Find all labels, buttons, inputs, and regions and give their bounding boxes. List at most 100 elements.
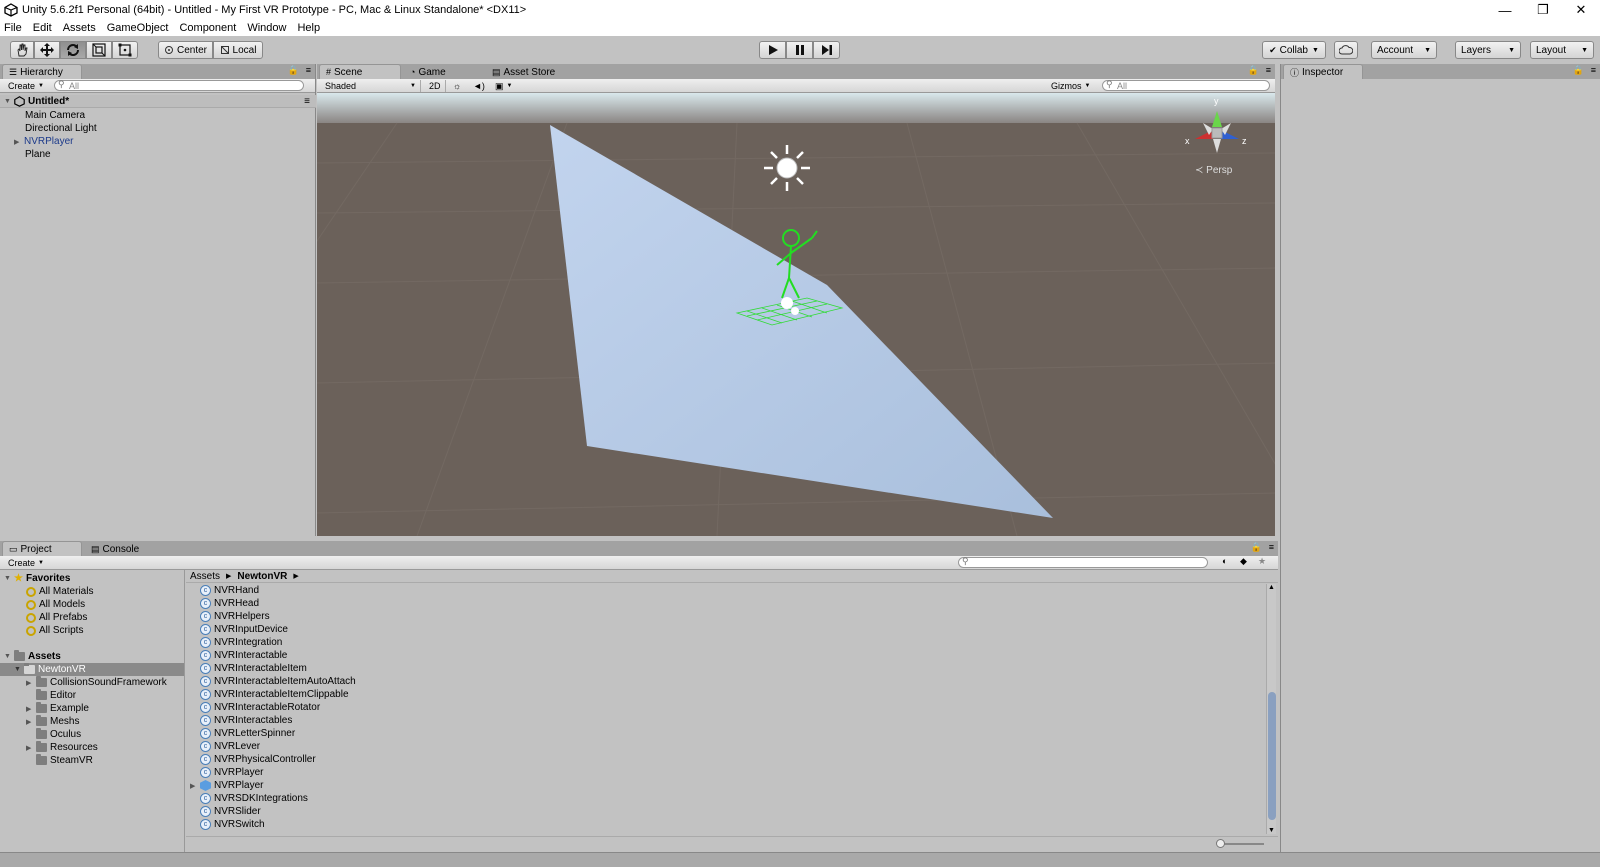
scene-row[interactable]: ▼ Untitled* ≡ — [0, 95, 316, 108]
favorite-all-materials[interactable]: All Materials — [0, 585, 93, 598]
folder-editor[interactable]: Editor — [0, 689, 76, 702]
audio-toggle[interactable]: ◄) — [469, 80, 489, 92]
menu-gameobject[interactable]: GameObject — [107, 22, 169, 34]
expand-arrow-icon[interactable]: ▼ — [4, 575, 14, 582]
file-item[interactable]: c NVRHead — [186, 597, 259, 610]
scale-tool-button[interactable] — [86, 41, 112, 59]
tab-scene[interactable]: # Scene — [319, 64, 401, 79]
mode-2d-toggle[interactable]: 2D — [425, 80, 446, 92]
expand-arrow-icon[interactable]: ▼ — [4, 98, 14, 105]
hierarchy-search-input[interactable]: All — [54, 80, 304, 91]
file-item[interactable]: c NVRSDKIntegrations — [186, 792, 308, 805]
rect-tool-button[interactable] — [112, 41, 138, 59]
favorite-all-models[interactable]: All Models — [0, 598, 85, 611]
favorite-all-prefabs[interactable]: All Prefabs — [0, 611, 87, 624]
project-search-input[interactable] — [958, 557, 1208, 568]
rotate-tool-button[interactable] — [60, 41, 86, 59]
folder-collisionsoundframework[interactable]: ▶ CollisionSoundFramework — [0, 676, 167, 689]
filter-label-icon[interactable]: ◆ — [1240, 556, 1247, 567]
file-item[interactable]: c NVRLever — [186, 740, 260, 753]
lock-icon[interactable]: 🔒 — [1573, 65, 1584, 76]
file-item[interactable]: c NVRInteractable — [186, 649, 287, 662]
file-item[interactable]: c NVRHand — [186, 584, 259, 597]
gizmos-dropdown[interactable]: Gizmos ▼ — [1047, 80, 1094, 92]
cloud-button[interactable] — [1334, 41, 1358, 59]
favorite-all-scripts[interactable]: All Scripts — [0, 624, 83, 637]
favorite-star-icon[interactable]: ★ — [1258, 556, 1266, 567]
account-dropdown[interactable]: Account ▼ — [1371, 41, 1437, 59]
expand-arrow-icon[interactable]: ▼ — [14, 666, 24, 673]
breadcrumb-assets[interactable]: Assets — [190, 571, 220, 582]
file-item[interactable]: c NVRInteractableRotator — [186, 701, 320, 714]
tab-inspector[interactable]: ⓘ Inspector — [1283, 64, 1363, 79]
file-item[interactable]: c NVRPhysicalController — [186, 753, 316, 766]
hierarchy-create-button[interactable]: Create ▼ — [4, 80, 48, 92]
lock-icon[interactable]: 🔒 — [288, 65, 299, 76]
breadcrumb-newtonvr[interactable]: NewtonVR — [237, 571, 287, 582]
expand-arrow-icon[interactable]: ▶ — [26, 744, 36, 752]
menu-edit[interactable]: Edit — [33, 22, 52, 34]
filter-type-icon[interactable]: ◐ — [1222, 556, 1227, 566]
hierarchy-item-directional-light[interactable]: Directional Light — [0, 122, 97, 135]
expand-arrow-icon[interactable]: ▶ — [26, 718, 36, 726]
file-item[interactable]: c NVRSlider — [186, 805, 261, 818]
tab-asset-store[interactable]: ▤ Asset Store — [485, 64, 575, 79]
folder-resources[interactable]: ▶ Resources — [0, 741, 98, 754]
scrollbar-thumb[interactable] — [1268, 692, 1276, 820]
panel-menu-icon[interactable]: ≡ — [1591, 65, 1596, 75]
lock-icon[interactable]: 🔒 — [1251, 542, 1262, 553]
folder-example[interactable]: ▶ Example — [0, 702, 89, 715]
file-item[interactable]: c NVRIntegration — [186, 636, 282, 649]
lock-icon[interactable]: 🔒 — [1248, 65, 1259, 76]
tab-game[interactable]: ◔ Game — [403, 64, 483, 79]
file-item[interactable]: c NVRInteractables — [186, 714, 292, 727]
scene-menu-icon[interactable]: ≡ — [304, 96, 310, 107]
folder-oculus[interactable]: Oculus — [0, 728, 81, 741]
expand-arrow-icon[interactable]: ▶ — [26, 679, 36, 687]
panel-menu-icon[interactable]: ≡ — [306, 65, 311, 75]
file-item[interactable]: c NVRInteractableItemClippable — [186, 688, 349, 701]
tab-hierarchy[interactable]: ☰ Hierarchy — [2, 64, 82, 79]
file-item[interactable]: c NVRHelpers — [186, 610, 270, 623]
lighting-toggle[interactable]: ☼ — [449, 80, 465, 92]
expand-arrow-icon[interactable]: ▶ — [190, 782, 200, 790]
file-item[interactable]: c NVRInteractableItem — [186, 662, 307, 675]
file-list-scrollbar[interactable]: ▲ ▼ — [1266, 584, 1276, 834]
scene-search-input[interactable]: All — [1102, 80, 1270, 91]
scene-viewport[interactable]: y x z ≺ Persp — [317, 93, 1275, 536]
folder-meshs[interactable]: ▶ Meshs — [0, 715, 79, 728]
persp-toggle[interactable]: ≺ Persp — [1195, 165, 1232, 176]
file-item[interactable]: c NVRLetterSpinner — [186, 727, 295, 740]
project-create-button[interactable]: Create ▼ — [4, 557, 48, 569]
layers-dropdown[interactable]: Layers ▼ — [1455, 41, 1521, 59]
hand-tool-button[interactable] — [10, 41, 34, 59]
file-item[interactable]: c NVRInteractableItemAutoAttach — [186, 675, 356, 688]
file-item[interactable]: c NVRPlayer — [186, 766, 263, 779]
file-item[interactable]: c NVRSwitch — [186, 818, 265, 831]
collab-dropdown[interactable]: ✔ Collab ▼ — [1262, 41, 1326, 59]
folder-steamvr[interactable]: SteamVR — [0, 754, 93, 767]
shading-mode-dropdown[interactable]: Shaded ▼ — [321, 80, 421, 92]
close-button[interactable]: ✕ — [1562, 0, 1600, 20]
menu-file[interactable]: File — [4, 22, 22, 34]
expand-arrow-icon[interactable]: ▶ — [14, 138, 24, 146]
panel-menu-icon[interactable]: ≡ — [1266, 65, 1271, 75]
restore-button[interactable]: ❐ — [1524, 0, 1562, 20]
hierarchy-item-main-camera[interactable]: Main Camera — [0, 109, 85, 122]
move-tool-button[interactable] — [34, 41, 60, 59]
expand-arrow-icon[interactable]: ▼ — [4, 653, 14, 660]
tab-console[interactable]: ▤ Console — [84, 541, 164, 556]
menu-component[interactable]: Component — [179, 22, 236, 34]
minimize-button[interactable]: — — [1486, 0, 1524, 20]
hierarchy-item-plane[interactable]: Plane — [0, 148, 51, 161]
file-item[interactable]: c NVRInputDevice — [186, 623, 288, 636]
tab-project[interactable]: ▭ Project — [2, 541, 82, 556]
pivot-local-button[interactable]: Local — [213, 41, 263, 59]
menu-help[interactable]: Help — [297, 22, 320, 34]
expand-arrow-icon[interactable]: ▶ — [26, 705, 36, 713]
pause-button[interactable] — [786, 41, 813, 59]
play-button[interactable] — [759, 41, 786, 59]
folder-newtonvr[interactable]: ▼ NewtonVR — [0, 663, 184, 676]
step-button[interactable] — [813, 41, 840, 59]
menu-assets[interactable]: Assets — [63, 22, 96, 34]
